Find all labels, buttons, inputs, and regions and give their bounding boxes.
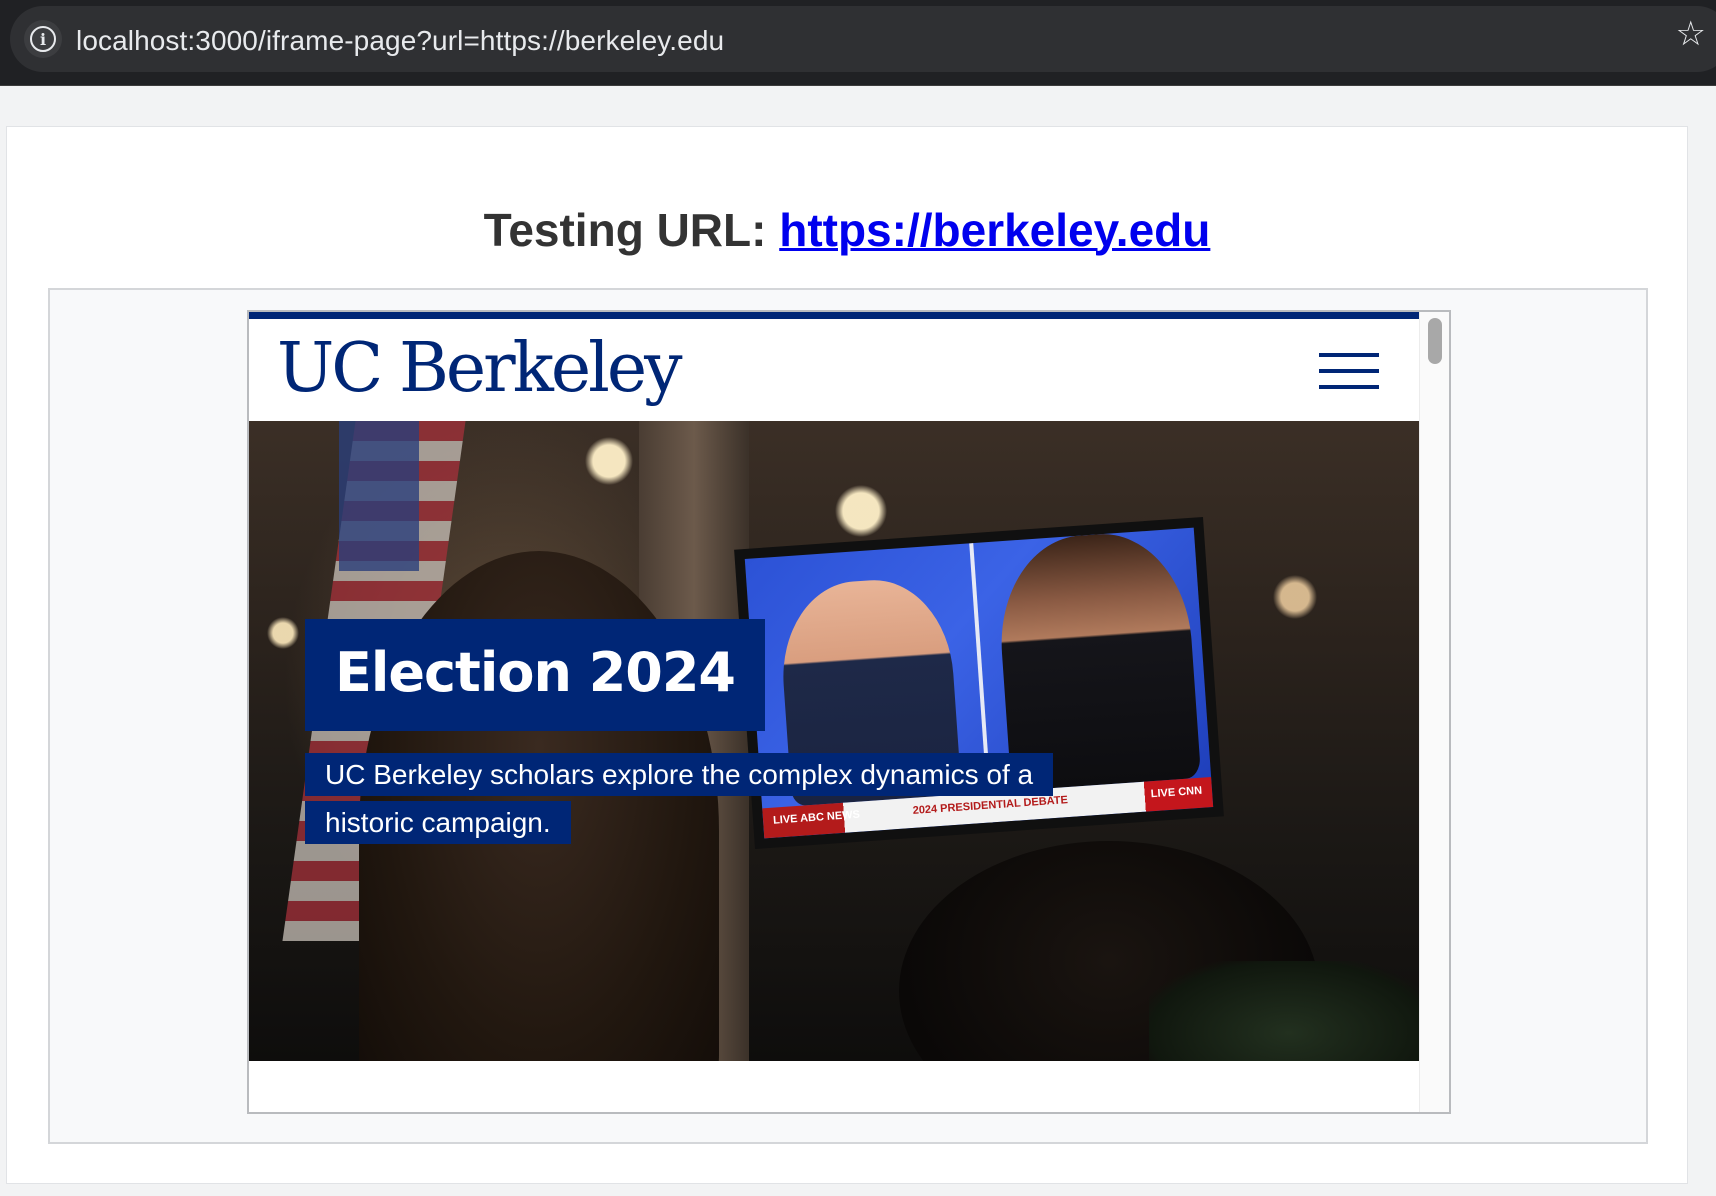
hero-caption: UC Berkeley scholars explore the complex… [305,751,1125,847]
site-header: UC Berkeley [249,319,1419,421]
heading-label: Testing URL: [483,204,780,256]
iframe-scrollbar[interactable] [1419,312,1449,1112]
hero-title[interactable]: Election 2024 [305,619,765,731]
site-top-bar [249,312,1419,319]
iframe-container: UC Berkeley LIVE ABC NEWS 2024 PRESIDENT… [48,288,1648,1144]
plants-graphic [1149,961,1419,1061]
page-card: Testing URL: https://berkeley.edu UC Ber… [6,126,1688,1184]
page-heading: Testing URL: https://berkeley.edu [7,203,1687,257]
tv-cnn-badge: LIVE CNN [1150,784,1203,801]
flag-canton [339,421,419,571]
embedded-iframe[interactable]: UC Berkeley LIVE ABC NEWS 2024 PRESIDENT… [247,310,1451,1114]
info-icon: i [30,26,56,52]
heading-link[interactable]: https://berkeley.edu [779,204,1210,256]
berkeley-site: UC Berkeley LIVE ABC NEWS 2024 PRESIDENT… [249,312,1419,1112]
uc-berkeley-logo[interactable]: UC Berkeley [277,329,683,409]
star-icon[interactable]: ☆ [1676,16,1706,52]
browser-toolbar: i localhost:3000/iframe-page?url=https:/… [0,0,1716,86]
hero-image[interactable]: LIVE ABC NEWS 2024 PRESIDENTIAL DEBATE L… [249,421,1419,1061]
address-bar[interactable]: i localhost:3000/iframe-page?url=https:/… [10,6,1716,72]
scrollbar-thumb[interactable] [1428,318,1442,364]
hamburger-menu-icon[interactable] [1319,353,1379,391]
address-bar-url[interactable]: localhost:3000/iframe-page?url=https://b… [76,25,724,57]
hero-caption-text: UC Berkeley scholars explore the complex… [305,753,1054,844]
site-info-button[interactable]: i [24,20,62,58]
